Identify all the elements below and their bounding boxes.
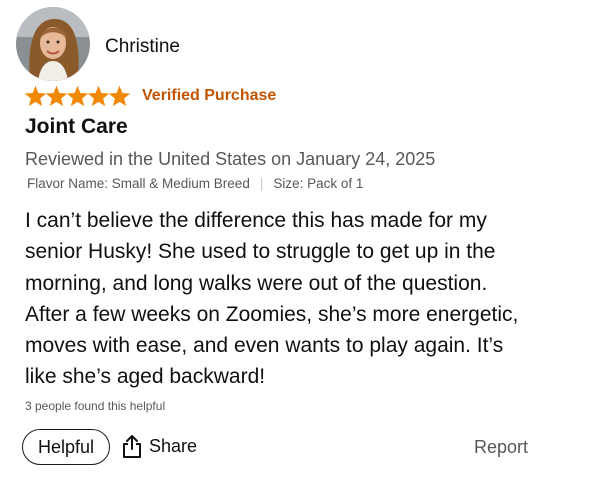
share-label: Share	[149, 435, 198, 456]
star-rating[interactable]	[25, 86, 130, 106]
share-button[interactable]: Share	[121, 433, 197, 459]
report-link[interactable]: Report	[474, 437, 528, 458]
rating-row: Verified Purchase	[25, 86, 276, 106]
review-title[interactable]: Joint Care	[25, 115, 128, 139]
verified-purchase-badge: Verified Purchase	[142, 87, 277, 104]
review-body-line: After a few weeks on Zoomies, she’s more…	[25, 302, 519, 326]
avatar[interactable]	[16, 7, 90, 81]
review-body: I can’t believe the difference this has …	[25, 205, 585, 393]
avatar-photo	[16, 7, 90, 81]
star-icon	[67, 86, 88, 106]
share-icon	[123, 435, 141, 458]
product-variant[interactable]: Flavor Name: Small & Medium Breed | Size…	[27, 176, 363, 191]
variant-divider: |	[259, 176, 264, 191]
review-body-line: I can’t believe the difference this has …	[25, 209, 487, 232]
helpful-button[interactable]: Helpful	[22, 429, 110, 465]
reviewer-name[interactable]: Christine	[105, 36, 180, 58]
review-date: Reviewed in the United States on January…	[25, 149, 436, 169]
flavor-name: Flavor Name: Small & Medium Breed	[27, 176, 250, 191]
review-card: Christine Verified Purchase Joint Care R…	[0, 0, 600, 500]
size-name: Size: Pack of 1	[273, 176, 364, 191]
star-icon	[46, 86, 67, 106]
star-icon	[109, 86, 130, 106]
review-body-line: like she’s aged backward!	[25, 365, 266, 389]
star-icon	[88, 86, 109, 106]
star-icon	[25, 86, 46, 106]
review-body-line: moves with ease, and even wants to play …	[25, 334, 504, 358]
review-body-line: morning, and long walks were out of the …	[25, 271, 488, 295]
helpful-count: 3 people found this helpful	[25, 399, 166, 413]
review-body-line: senior Husky! She used to struggle to ge…	[25, 240, 496, 264]
